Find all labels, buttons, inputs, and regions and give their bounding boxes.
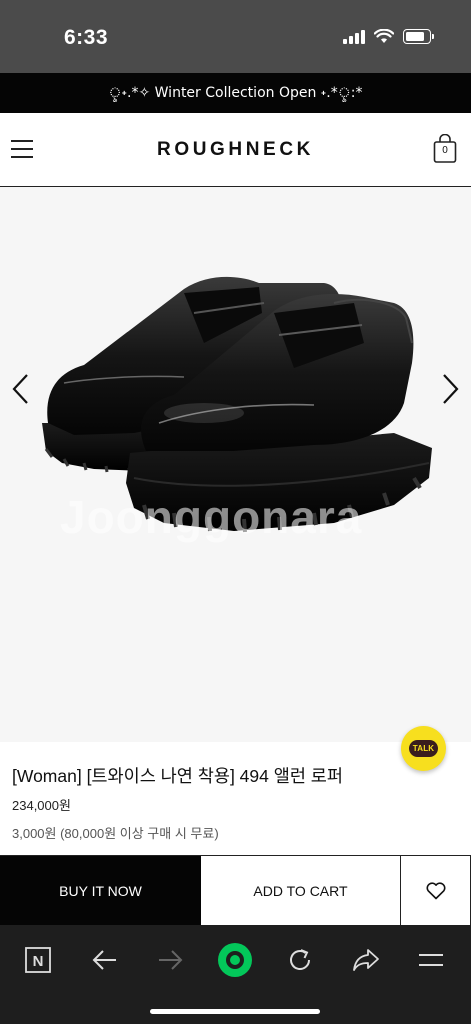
forward-arrow-icon xyxy=(159,950,183,970)
cart-count-badge: 0 xyxy=(442,145,448,156)
status-time: 6:33 xyxy=(64,26,109,49)
carousel-prev-arrow-icon[interactable] xyxy=(9,372,33,406)
product-image-carousel[interactable]: Joonggonara xyxy=(0,187,471,742)
menu-lines-icon xyxy=(419,954,443,966)
status-bar: 6:33 xyxy=(0,0,471,73)
home-indicator xyxy=(150,1009,320,1014)
share-icon xyxy=(353,949,379,971)
product-price: 234,000원 xyxy=(12,798,71,813)
brand-logo[interactable]: ROUGHNECK xyxy=(0,139,471,161)
battery-icon xyxy=(403,28,434,44)
heart-icon xyxy=(426,881,445,899)
wifi-icon xyxy=(374,28,394,43)
wishlist-button[interactable] xyxy=(401,856,471,925)
refresh-icon xyxy=(290,949,310,971)
announcement-text: ৢ˖.*✧ Winter Collection Open ˖.*ৢ:* xyxy=(108,85,363,101)
green-dot-button[interactable] xyxy=(213,938,257,982)
add-to-cart-button[interactable]: ADD TO CART xyxy=(201,856,401,925)
green-dot-icon xyxy=(218,943,252,977)
shipping-fee: 3,000원 (80,000원 이상 구매 시 무료) xyxy=(12,826,219,841)
buy-now-button[interactable]: BUY IT NOW xyxy=(0,856,201,925)
announcement-bar[interactable]: ৢ˖.*✧ Winter Collection Open ˖.*ৢ:* xyxy=(0,73,471,113)
svg-text:N: N xyxy=(33,953,44,970)
naver-home-button[interactable]: N xyxy=(16,938,60,982)
kakao-talk-label: TALK xyxy=(408,740,439,757)
browser-refresh-button[interactable] xyxy=(278,938,322,982)
browser-menu-button[interactable] xyxy=(409,938,453,982)
browser-back-button[interactable] xyxy=(83,938,127,982)
site-header: ROUGHNECK 0 xyxy=(0,113,471,187)
purchase-actions: BUY IT NOW ADD TO CART xyxy=(0,855,471,925)
status-icons xyxy=(343,28,434,44)
back-arrow-icon xyxy=(92,950,116,970)
browser-share-button[interactable] xyxy=(344,938,388,982)
cellular-signal-icon xyxy=(343,28,365,44)
browser-forward-button[interactable] xyxy=(148,938,192,982)
naver-n-icon: N xyxy=(25,947,51,973)
kakao-talk-button[interactable]: TALK xyxy=(401,726,446,771)
product-name: [Woman] [트와이스 나연 착용] 494 앨런 로퍼 xyxy=(12,766,343,786)
browser-toolbar: N xyxy=(0,925,471,1024)
watermark-text: Joonggonara xyxy=(60,491,363,543)
carousel-next-arrow-icon[interactable] xyxy=(438,372,462,406)
shopping-bag-icon[interactable]: 0 xyxy=(433,133,457,164)
